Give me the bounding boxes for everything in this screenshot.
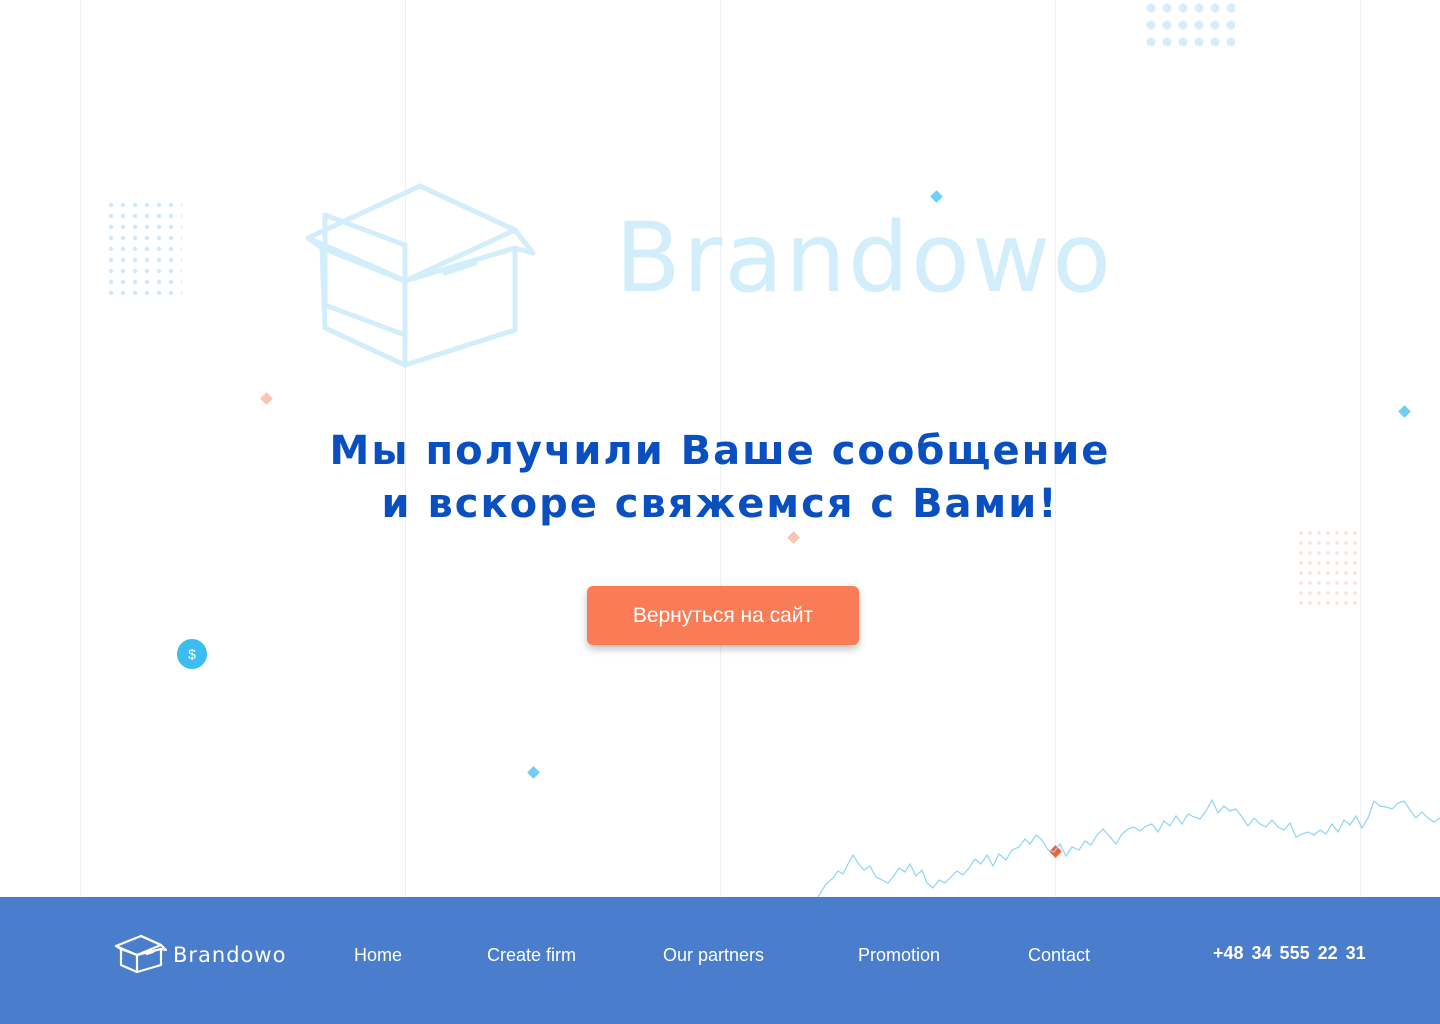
decorative-line-chart bbox=[817, 798, 1440, 898]
box-icon bbox=[305, 183, 536, 368]
footer-brand[interactable]: Brandowo bbox=[173, 943, 286, 967]
back-to-site-button[interactable]: Вернуться на сайт bbox=[587, 586, 859, 645]
dot-grid-top bbox=[1143, 0, 1235, 46]
dot-grid-left bbox=[106, 200, 182, 295]
diamond-decoration bbox=[787, 531, 800, 544]
nav-promotion[interactable]: Promotion bbox=[858, 945, 940, 966]
confirmation-headline: Мы получили Ваше сообщение и вскоре свяж… bbox=[0, 425, 1440, 531]
headline-line-2: и вскоре свяжемся с Вами! bbox=[381, 481, 1059, 527]
box-icon[interactable] bbox=[115, 934, 167, 974]
dollar-coin-icon: $ bbox=[177, 639, 207, 669]
diamond-decoration bbox=[1398, 405, 1411, 418]
diamond-decoration bbox=[527, 766, 540, 779]
headline-line-1: Мы получили Ваше сообщение bbox=[329, 428, 1111, 474]
diamond-decoration bbox=[260, 392, 273, 405]
dot-grid-right bbox=[1297, 529, 1359, 611]
nav-our-partners[interactable]: Our partners bbox=[663, 945, 764, 966]
nav-create-firm[interactable]: Create firm bbox=[487, 945, 576, 966]
nav-home[interactable]: Home bbox=[354, 945, 402, 966]
hero-brand-text: Brandowo bbox=[615, 202, 1113, 314]
phone-number[interactable]: +48 34 555 22 31 bbox=[1213, 943, 1366, 964]
nav-contact[interactable]: Contact bbox=[1028, 945, 1090, 966]
